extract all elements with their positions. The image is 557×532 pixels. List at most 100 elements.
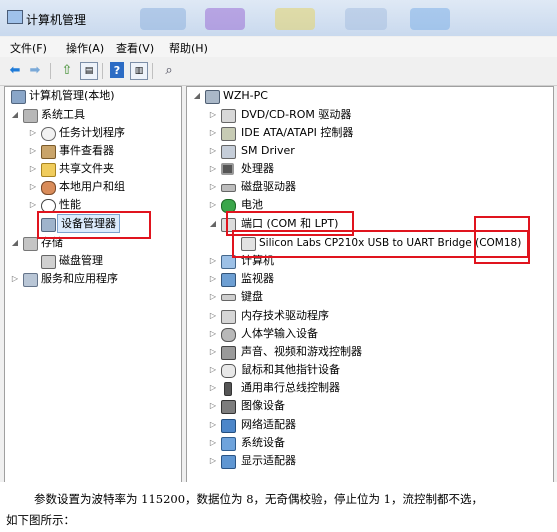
collapsed-arrow-icon[interactable]: ▷ [209, 379, 217, 397]
memory-icon [221, 310, 236, 324]
device-category-keyboards[interactable]: ▷ 键盘 [187, 288, 553, 306]
collapsed-arrow-icon[interactable]: ▷ [209, 416, 217, 434]
tree-item-label: 计算机管理(本地) [29, 89, 115, 102]
device-category-memory-tech[interactable]: ▷ 内存技术驱动程序 [187, 307, 553, 325]
collapsed-arrow-icon[interactable]: ▷ [209, 307, 217, 325]
menu-bar: 文件(F) 操作(A) 查看(V) 帮助(H) [0, 37, 557, 57]
aero-background-blob [410, 8, 450, 30]
tree-item-label: 服务和应用程序 [41, 272, 118, 285]
tree-item-local-users[interactable]: ▷ 本地用户和组 [5, 178, 181, 196]
expanded-arrow-icon[interactable]: ◢ [11, 106, 19, 124]
device-tree-root[interactable]: ◢ WZH-PC [187, 87, 553, 105]
device-category-disk-drives[interactable]: ▷ 磁盘驱动器 [187, 178, 553, 196]
tree-item-label: 事件查看器 [59, 144, 114, 157]
device-category-label: 显示适配器 [241, 454, 296, 467]
tree-item-task-scheduler[interactable]: ▷ 任务计划程序 [5, 124, 181, 142]
window-title: 计算机管理 [26, 13, 87, 27]
device-tree-pane: ◢ WZH-PC ▷ DVD/CD-ROM 驱动器 ▷ IDE ATA/ATAP… [186, 86, 554, 482]
device-category-mice[interactable]: ▷ 鼠标和其他指针设备 [187, 361, 553, 379]
disk-drive-icon [221, 184, 236, 192]
toolbar-separator [50, 63, 51, 79]
properties-icon[interactable]: ▤ [80, 62, 98, 80]
expanded-arrow-icon[interactable]: ◢ [209, 215, 217, 233]
up-folder-icon[interactable]: ⇧ [58, 62, 76, 78]
collapsed-arrow-icon[interactable]: ▷ [29, 196, 37, 214]
device-category-label: 监视器 [241, 272, 274, 285]
device-category-processor[interactable]: ▷ 处理器 [187, 160, 553, 178]
device-category-label: 内存技术驱动程序 [241, 309, 329, 322]
mouse-icon [221, 364, 236, 378]
collapsed-arrow-icon[interactable]: ▷ [209, 343, 217, 361]
collapsed-arrow-icon[interactable]: ▷ [209, 325, 217, 343]
collapsed-arrow-icon[interactable]: ▷ [11, 270, 19, 288]
device-category-sound[interactable]: ▷ 声音、视频和游戏控制器 [187, 343, 553, 361]
collapsed-arrow-icon[interactable]: ▷ [209, 124, 217, 142]
toolbar-separator [152, 63, 153, 79]
tree-item-event-viewer[interactable]: ▷ 事件查看器 [5, 142, 181, 160]
menu-action[interactable]: 操作(A) [66, 40, 104, 56]
menu-help[interactable]: 帮助(H) [169, 40, 208, 56]
scan-hardware-icon[interactable]: ⌕ [160, 62, 178, 78]
device-category-sm-driver[interactable]: ▷ SM Driver [187, 142, 553, 160]
device-category-label: DVD/CD-ROM 驱动器 [241, 108, 352, 121]
collapsed-arrow-icon[interactable]: ▷ [209, 288, 217, 306]
show-hide-icon[interactable]: ▥ [130, 62, 148, 80]
device-category-label: 网络适配器 [241, 418, 296, 431]
collapsed-arrow-icon[interactable]: ▷ [209, 106, 217, 124]
expanded-arrow-icon[interactable]: ◢ [193, 87, 201, 105]
expanded-arrow-icon[interactable]: ◢ [11, 234, 19, 252]
device-category-label: 处理器 [241, 162, 274, 175]
console-tree-pane: 计算机管理(本地) ◢ 系统工具 ▷ 任务计划程序 ▷ 事件查看器 ▷ 共享文件… [4, 86, 182, 482]
menu-file[interactable]: 文件(F) [10, 40, 47, 56]
tree-item-label: 本地用户和组 [59, 180, 125, 193]
speaker-icon [221, 346, 236, 360]
collapsed-arrow-icon[interactable]: ▷ [209, 142, 217, 160]
device-category-label: 键盘 [241, 290, 263, 303]
network-adapter-icon [221, 419, 236, 433]
collapsed-arrow-icon[interactable]: ▷ [29, 160, 37, 178]
collapsed-arrow-icon[interactable]: ▷ [29, 178, 37, 196]
device-category-label: 图像设备 [241, 399, 285, 412]
collapsed-arrow-icon[interactable]: ▷ [209, 434, 217, 452]
tree-item-disk-management[interactable]: 磁盘管理 [5, 252, 181, 270]
collapsed-arrow-icon[interactable]: ▷ [209, 397, 217, 415]
device-category-network[interactable]: ▷ 网络适配器 [187, 416, 553, 434]
menu-view[interactable]: 查看(V) [116, 40, 154, 56]
device-category-system[interactable]: ▷ 系统设备 [187, 434, 553, 452]
device-category-display[interactable]: ▷ 显示适配器 [187, 452, 553, 470]
computer-management-icon [7, 10, 23, 24]
collapsed-arrow-icon[interactable]: ▷ [209, 252, 217, 270]
tree-item-computer-management[interactable]: 计算机管理(本地) [5, 87, 181, 105]
users-icon [41, 181, 56, 195]
collapsed-arrow-icon[interactable]: ▷ [209, 270, 217, 288]
forward-icon[interactable]: ➡ [26, 62, 44, 78]
dvd-drive-icon [221, 109, 236, 123]
back-icon[interactable]: ⬅ [6, 62, 24, 78]
aero-background-blob [345, 8, 387, 30]
display-adapter-icon [221, 455, 236, 469]
help-icon[interactable]: ? [110, 62, 124, 78]
device-category-imaging[interactable]: ▷ 图像设备 [187, 397, 553, 415]
device-category-dvd[interactable]: ▷ DVD/CD-ROM 驱动器 [187, 106, 553, 124]
device-category-hid[interactable]: ▷ 人体学输入设备 [187, 325, 553, 343]
collapsed-arrow-icon[interactable]: ▷ [209, 160, 217, 178]
device-category-monitors[interactable]: ▷ 监视器 [187, 270, 553, 288]
tools-icon [23, 109, 38, 123]
computer-management-icon [11, 90, 26, 104]
collapsed-arrow-icon[interactable]: ▷ [209, 361, 217, 379]
keyboard-icon [221, 294, 236, 301]
title-bar: 计算机管理 [0, 0, 557, 36]
tree-item-services-apps[interactable]: ▷ 服务和应用程序 [5, 270, 181, 288]
tree-item-system-tools[interactable]: ◢ 系统工具 [5, 106, 181, 124]
collapsed-arrow-icon[interactable]: ▷ [209, 196, 217, 214]
collapsed-arrow-icon[interactable]: ▷ [29, 142, 37, 160]
device-category-usb[interactable]: ▷ 通用串行总线控制器 [187, 379, 553, 397]
disk-management-icon [41, 255, 56, 269]
ide-controller-icon [221, 127, 236, 141]
collapsed-arrow-icon[interactable]: ▷ [209, 452, 217, 470]
collapsed-arrow-icon[interactable]: ▷ [29, 124, 37, 142]
collapsed-arrow-icon[interactable]: ▷ [209, 178, 217, 196]
tree-item-shared-folders[interactable]: ▷ 共享文件夹 [5, 160, 181, 178]
annotation-box-device-manager [37, 211, 151, 239]
device-category-ide[interactable]: ▷ IDE ATA/ATAPI 控制器 [187, 124, 553, 142]
